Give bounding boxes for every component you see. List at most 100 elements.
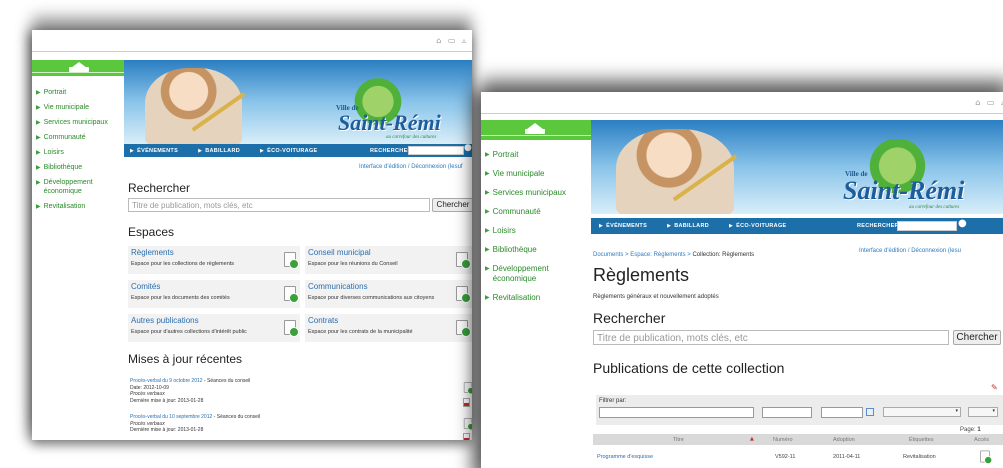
search-input[interactable]: Titre de publication, mots clés, etc (593, 330, 949, 345)
pencil-icon[interactable]: ✎ (991, 383, 998, 392)
pdf-icon[interactable] (463, 398, 470, 407)
toolbar-icons[interactable]: ⌂ ▭ ▵ (436, 36, 468, 45)
filter-date-input[interactable] (821, 407, 863, 418)
col-etiquettes[interactable]: Étiquettes (909, 437, 933, 443)
nav-evenements[interactable]: ▶ ÉVÉNEMENTS (130, 148, 178, 154)
nav-evenements[interactable]: ▶ ÉVÉNEMENTS (599, 223, 647, 229)
arrow-icon: ▶ (36, 203, 41, 210)
triangle-icon: ▶ (729, 223, 734, 229)
document-icon (284, 320, 299, 337)
row-title-link[interactable]: Programme d'esquisse (597, 454, 653, 460)
sidebar-item-portrait[interactable]: ▶ Portrait (36, 88, 124, 97)
sidebar-item-developpement[interactable]: ▶ Développement économique (36, 178, 124, 196)
sidebar-item-bibliotheque[interactable]: ▶ Bibliothèque (485, 245, 590, 255)
current-page[interactable]: 1 (977, 427, 980, 433)
nav-eco-voiturage[interactable]: ▶ ÉCO-VOITURAGE (260, 148, 318, 154)
calendar-icon[interactable] (866, 408, 874, 416)
update-link[interactable]: Procès-verbal du 9 octobre 2012 (130, 378, 203, 384)
filter-tags-select[interactable]: ▾ (883, 407, 961, 417)
sidebar-item-portrait[interactable]: ▶ Portrait (485, 150, 590, 160)
space-contrats[interactable]: Contrats Espace pour les contrats de la … (305, 314, 472, 342)
search-icon[interactable]: ● (464, 143, 472, 153)
nav-babillard[interactable]: ▶ BABILLARD (667, 223, 709, 229)
arrow-icon: ▶ (36, 89, 41, 96)
brand-tagline: au carrefour des cultures (386, 135, 437, 140)
col-numero[interactable]: Numéro (773, 437, 793, 443)
space-autres-publications[interactable]: Autres publications Espace pour d'autres… (128, 314, 300, 342)
sidebar-item-label: Revitalisation (43, 203, 86, 210)
sidebar-item-services-municipaux[interactable]: ▶ Services municipaux (485, 188, 590, 198)
admin-links: Interface d'édition / Déconnexion (lesuf (359, 164, 463, 170)
col-acces[interactable]: Accès (974, 437, 989, 443)
arrow-icon: ▶ (485, 208, 490, 215)
space-comites[interactable]: Comités Espace pour les documents des co… (128, 280, 300, 308)
filter-title-input[interactable] (599, 407, 754, 418)
spaces-title: Espaces (128, 225, 175, 239)
sidebar-item-label: Développement économique (492, 264, 549, 283)
document-icon[interactable] (980, 450, 993, 465)
col-adoption[interactable]: Adoption (833, 437, 855, 443)
site-logo[interactable] (32, 60, 124, 76)
breadcrumb: Documents > Espace: Règlements > Collect… (593, 252, 755, 258)
pdf-icon[interactable] (463, 433, 470, 440)
space-desc: Espace pour d'autres collections d'intér… (131, 329, 247, 335)
site-logo[interactable] (481, 120, 591, 140)
breadcrumb-space[interactable]: Espace: Règlements (630, 252, 685, 258)
edit-interface-link[interactable]: Interface d'édition (859, 248, 906, 254)
search-button[interactable]: Chercher (953, 330, 1001, 345)
table-row[interactable]: Programme d'esquisse V592-11 2011-04-11 … (593, 448, 1003, 466)
nav-label: ÉVÉNEMENTS (606, 223, 648, 229)
update-modified: Dernière mise à jour: 2013-01-28 (130, 427, 204, 433)
document-icon (456, 252, 471, 269)
breadcrumb-documents[interactable]: Documents (593, 252, 623, 258)
brand-name: Saint-Rémi (843, 176, 965, 205)
logout-link[interactable]: Déconnexion (lesu (911, 248, 961, 254)
sidebar-item-developpement[interactable]: ▶ Développement économique (485, 264, 590, 284)
space-reglements[interactable]: Règlements Espace pour les collections d… (128, 246, 300, 274)
toolbar-icons[interactable]: ⌂ ▭ ▵ (975, 98, 1003, 107)
filter-access-select[interactable]: ▾ (968, 407, 998, 417)
space-title: Comités (131, 282, 161, 291)
logout-link[interactable]: Déconnexion (lesuf (411, 164, 462, 170)
document-icon[interactable] (463, 418, 472, 431)
breadcrumb-current: Collection: Règlements (692, 252, 755, 258)
search-input[interactable]: Titre de publication, mots clés, etc (128, 198, 430, 212)
nav-babillard[interactable]: ▶ BABILLARD (198, 148, 240, 154)
sidebar-item-loisirs[interactable]: ▶ Loisirs (485, 226, 590, 236)
nav-eco-voiturage[interactable]: ▶ ÉCO-VOITURAGE (729, 223, 787, 229)
sidebar-item-bibliotheque[interactable]: ▶ Bibliothèque (36, 163, 124, 172)
triangle-icon: ▶ (198, 147, 203, 154)
document-icon[interactable] (463, 382, 472, 395)
page-title: Règlements (593, 265, 690, 285)
edit-interface-link[interactable]: Interface d'édition (359, 164, 406, 170)
space-title: Contrats (308, 316, 339, 325)
filter-number-input[interactable] (762, 407, 812, 418)
arrow-icon: ▶ (36, 134, 41, 141)
sidebar-item-label: Loisirs (492, 226, 516, 235)
updates-title: Mises à jour récentes (128, 352, 243, 366)
space-communications[interactable]: Communications Espace pour diverses comm… (305, 280, 472, 308)
search-icon[interactable]: ● (958, 218, 967, 229)
update-link[interactable]: Procès-verbal du 10 septembre 2012 (130, 414, 212, 420)
sidebar-item-services-municipaux[interactable]: ▶ Services municipaux (36, 118, 124, 127)
sidebar-item-vie-municipale[interactable]: ▶ Vie municipale (485, 169, 590, 179)
update-section: Séances du conseil (207, 378, 251, 384)
sidebar-item-vie-municipale[interactable]: ▶ Vie municipale (36, 103, 124, 112)
sidebar-item-communaute[interactable]: ▶ Communauté (485, 207, 590, 217)
nav-label: ÉCO-VOITURAGE (736, 223, 787, 229)
nav-search-input[interactable] (897, 221, 957, 231)
nav-search-input[interactable] (408, 146, 464, 155)
col-titre[interactable]: Titre (673, 437, 684, 443)
arrow-icon: ▶ (485, 246, 490, 253)
sidebar-item-revitalisation[interactable]: ▶ Revitalisation (36, 202, 124, 211)
space-desc: Espace pour les réunions du Conseil (308, 261, 398, 267)
page-subtitle: Règlements généraux et nouvellement adop… (593, 294, 719, 300)
space-conseil-municipal[interactable]: Conseil municipal Espace pour les réunio… (305, 246, 472, 274)
sidebar-item-communaute[interactable]: ▶ Communauté (36, 133, 124, 142)
update-section: Séances du conseil (216, 414, 261, 420)
sidebar-item-loisirs[interactable]: ▶ Loisirs (36, 148, 124, 157)
sidebar-item-revitalisation[interactable]: ▶ Revitalisation (485, 293, 590, 303)
nav-search-label: RECHERCHER (370, 148, 412, 154)
search-button[interactable]: Chercher (432, 198, 472, 212)
nav-label: ÉVÉNEMENTS (137, 147, 179, 154)
